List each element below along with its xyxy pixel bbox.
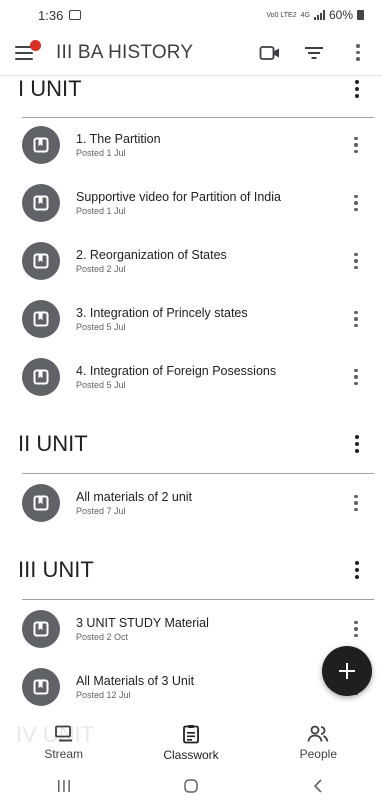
- topic-more-icon[interactable]: [342, 77, 372, 104]
- material-item[interactable]: 1. The Partition Posted 1 Jul: [0, 116, 382, 174]
- topic-header-unit-3: III UNIT: [18, 550, 372, 590]
- recents-button[interactable]: [44, 774, 84, 798]
- signal-icon: [313, 10, 325, 20]
- status-time: 1:36: [38, 7, 64, 23]
- material-book-icon: [22, 300, 60, 338]
- material-title: 1. The Partition: [76, 132, 161, 146]
- class-title: III BA HISTORY: [56, 41, 194, 63]
- home-icon: [184, 778, 198, 793]
- back-button[interactable]: [298, 774, 338, 798]
- system-nav-bar: [0, 768, 382, 803]
- item-more-icon[interactable]: [344, 488, 368, 518]
- topic-title: II UNIT: [18, 431, 88, 456]
- battery-percent: 60%: [328, 8, 353, 22]
- material-item[interactable]: 3. Integration of Princely states Posted …: [0, 290, 382, 348]
- nav-stream[interactable]: Stream: [9, 725, 119, 761]
- app-bar: III BA HISTORY: [0, 30, 382, 76]
- bottom-nav: IV UNIT Stream Classwork People: [0, 718, 382, 768]
- item-more-icon[interactable]: [344, 130, 368, 160]
- notification-dot: [30, 39, 41, 51]
- item-more-icon[interactable]: [344, 362, 368, 392]
- material-item[interactable]: 3 UNIT STUDY Material Posted 2 Oct: [0, 600, 382, 658]
- material-book-icon: [22, 358, 60, 396]
- material-title: 4. Integration of Foreign Posessions: [76, 364, 277, 378]
- item-more-icon[interactable]: [344, 246, 368, 276]
- material-title: Supportive video for Partition of India: [76, 190, 281, 204]
- network-type: 4G: [300, 11, 310, 19]
- material-item[interactable]: All materials of 2 unit Posted 7 Jul: [0, 474, 382, 532]
- posted-date: Posted 1 Jul: [76, 148, 126, 158]
- material-title: All Materials of 3 Unit: [76, 674, 195, 688]
- status-bar: 1:36 Vo0 LTE2 4G 60%: [0, 0, 382, 30]
- add-button[interactable]: [322, 646, 372, 696]
- material-item[interactable]: 4. Integration of Foreign Posessions Post…: [0, 348, 382, 406]
- posted-date: Posted 5 Jul: [76, 322, 126, 332]
- nav-label: Classwork: [163, 748, 219, 762]
- video-camera-icon[interactable]: [258, 41, 282, 65]
- posted-date: Posted 2 Oct: [76, 632, 129, 642]
- nav-classwork[interactable]: Classwork: [136, 724, 246, 762]
- material-title: All materials of 2 unit: [76, 490, 193, 504]
- people-icon: [307, 725, 329, 742]
- item-more-icon[interactable]: [344, 614, 368, 644]
- plus-icon: [339, 663, 355, 679]
- material-title: 2. Reorganization of States: [76, 248, 227, 262]
- topic-title: III UNIT: [18, 557, 94, 582]
- nav-label: People: [299, 747, 337, 761]
- back-icon: [314, 778, 322, 793]
- recents-icon: [57, 779, 70, 792]
- topic-more-icon[interactable]: [342, 555, 372, 585]
- nav-label: Stream: [44, 747, 83, 761]
- item-more-icon[interactable]: [344, 304, 368, 334]
- material-book-icon: [22, 484, 60, 522]
- posted-date: Posted 5 Jul: [76, 380, 126, 390]
- posted-date: Posted 1 Jul: [76, 206, 126, 216]
- battery-icon: [357, 10, 364, 20]
- topic-more-icon[interactable]: [342, 429, 372, 459]
- posted-date: Posted 2 Jul: [76, 264, 126, 274]
- menu-icon[interactable]: [14, 39, 41, 65]
- stream-icon: [54, 725, 72, 742]
- material-book-icon: [22, 184, 60, 222]
- nav-people[interactable]: People: [263, 725, 373, 761]
- classwork-list[interactable]: I UNIT 1. The Partition Posted 1 Jul Supp…: [0, 77, 382, 718]
- topic-header-unit-1: I UNIT: [18, 77, 372, 109]
- classwork-icon: [183, 725, 199, 744]
- material-title: 3. Integration of Princely states: [76, 306, 248, 320]
- material-item[interactable]: Supportive video for Partition of India P…: [0, 174, 382, 232]
- topic-header-unit-2: II UNIT: [18, 424, 372, 464]
- material-book-icon: [22, 668, 60, 706]
- material-book-icon: [22, 610, 60, 648]
- item-more-icon[interactable]: [344, 188, 368, 218]
- filter-icon[interactable]: [302, 41, 326, 65]
- topic-title: I UNIT: [18, 77, 82, 101]
- material-book-icon: [22, 242, 60, 280]
- material-item[interactable]: 2. Reorganization of States Posted 2 Jul: [0, 232, 382, 290]
- more-vert-icon[interactable]: [346, 41, 370, 65]
- posted-date: Posted 12 Jul: [76, 690, 131, 700]
- posted-date: Posted 7 Jul: [76, 506, 126, 516]
- material-title: 3 UNIT STUDY Material: [76, 616, 209, 630]
- material-book-icon: [22, 126, 60, 164]
- gallery-notification-icon: [69, 10, 82, 20]
- network-label: Vo0 LTE2: [266, 11, 297, 19]
- home-button[interactable]: [171, 774, 211, 798]
